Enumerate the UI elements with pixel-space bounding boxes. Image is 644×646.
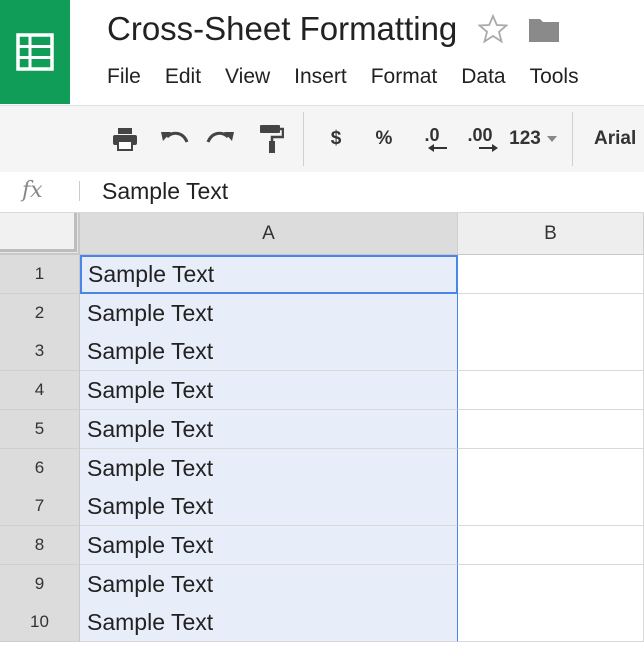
row-header[interactable]: 1 <box>0 255 80 294</box>
right-arrow-icon <box>479 144 498 152</box>
cell-b[interactable] <box>458 409 644 449</box>
active-cell-a[interactable]: Sample Text <box>80 255 458 294</box>
left-arrow-icon <box>428 144 447 152</box>
menu-format[interactable]: Format <box>371 62 438 92</box>
table-row: 6 Sample Text <box>0 448 644 488</box>
print-button[interactable] <box>110 124 140 154</box>
increase-decimal-button[interactable]: .00 <box>460 124 500 154</box>
undo-icon <box>161 131 189 143</box>
table-row: 2 Sample Text <box>0 293 644 333</box>
more-formats-label: 123 <box>509 128 541 149</box>
menu-data[interactable]: Data <box>461 62 505 92</box>
cell-a[interactable]: Sample Text <box>80 564 458 604</box>
document-title[interactable]: Cross-Sheet Formatting <box>107 10 457 48</box>
table-row: 3 Sample Text <box>0 332 644 372</box>
row-header[interactable]: 5 <box>0 409 80 449</box>
row-header[interactable]: 6 <box>0 448 80 488</box>
row-header[interactable]: 9 <box>0 564 80 604</box>
print-icon <box>113 128 137 151</box>
toolbar: $ % .0 .00 123 Arial <box>0 105 644 173</box>
menu-insert[interactable]: Insert <box>294 62 347 92</box>
more-formats-dropdown[interactable]: 123 <box>506 124 560 154</box>
paint-format-button[interactable] <box>256 124 286 154</box>
formula-bar: fx Sample Text <box>0 172 644 213</box>
decrease-decimal-button[interactable]: .0 <box>414 124 450 154</box>
paint-roller-icon <box>260 125 284 153</box>
function-icon: fx <box>22 178 43 203</box>
table-row: 9 Sample Text <box>0 564 644 604</box>
cell-b[interactable] <box>458 603 644 643</box>
table-row: 1 Sample Text <box>0 255 644 294</box>
cell-a[interactable]: Sample Text <box>80 603 458 643</box>
font-family-dropdown[interactable]: Arial <box>594 124 644 154</box>
chevron-down-icon <box>546 136 557 142</box>
table-row: 4 Sample Text <box>0 371 644 411</box>
formula-divider <box>79 181 80 201</box>
increase-decimal-label: .00 <box>467 125 493 145</box>
redo-button[interactable] <box>205 124 237 154</box>
row-header[interactable]: 7 <box>0 487 80 527</box>
cell-b[interactable] <box>458 332 644 372</box>
toolbar-divider <box>303 112 304 166</box>
row-header[interactable]: 2 <box>0 293 80 333</box>
row-header[interactable]: 8 <box>0 525 80 565</box>
cell-b[interactable] <box>458 293 644 333</box>
cell-a[interactable]: Sample Text <box>80 332 458 372</box>
frozen-pane-handle[interactable] <box>0 213 77 252</box>
star-icon[interactable] <box>477 13 509 49</box>
cell-a[interactable]: Sample Text <box>80 525 458 565</box>
table-row: 5 Sample Text <box>0 409 644 449</box>
percent-format-button[interactable]: % <box>370 124 398 154</box>
cell-a[interactable]: Sample Text <box>80 371 458 411</box>
row-header[interactable]: 3 <box>0 332 80 372</box>
table-row: 7 Sample Text <box>0 487 644 527</box>
menu-file[interactable]: File <box>107 62 141 92</box>
cell-a[interactable]: Sample Text <box>80 293 458 333</box>
row-header[interactable]: 10 <box>0 603 80 643</box>
formula-input[interactable]: Sample Text <box>102 178 228 205</box>
menu-edit[interactable]: Edit <box>165 62 201 92</box>
table-row: 8 Sample Text <box>0 525 644 565</box>
cell-a[interactable]: Sample Text <box>80 409 458 449</box>
sheets-logo-icon[interactable] <box>0 0 70 104</box>
cell-b[interactable] <box>458 255 644 294</box>
redo-icon <box>206 131 234 143</box>
folder-icon[interactable] <box>528 15 560 48</box>
undo-button[interactable] <box>158 124 190 154</box>
cell-a[interactable]: Sample Text <box>80 487 458 527</box>
column-header-b[interactable]: B <box>458 213 644 255</box>
select-all-corner[interactable] <box>0 213 80 255</box>
cell-b[interactable] <box>458 448 644 488</box>
menu-bar: File Edit View Insert Format Data Tools <box>107 62 603 92</box>
cell-b[interactable] <box>458 525 644 565</box>
cell-b[interactable] <box>458 564 644 604</box>
table-row: 10 Sample Text <box>0 603 644 643</box>
spreadsheet-grid: A B 1 Sample Text 2 Sample Text 3 Sample Text… <box>0 213 644 646</box>
menu-tools[interactable]: Tools <box>530 62 579 92</box>
row-header[interactable]: 4 <box>0 371 80 411</box>
menu-view[interactable]: View <box>225 62 270 92</box>
cell-a[interactable]: Sample Text <box>80 448 458 488</box>
toolbar-divider <box>572 112 573 166</box>
cell-b[interactable] <box>458 371 644 411</box>
column-header-a[interactable]: A <box>80 213 458 255</box>
decrease-decimal-label: .0 <box>424 125 440 145</box>
spreadsheet-icon <box>16 33 54 71</box>
currency-format-button[interactable]: $ <box>324 124 348 154</box>
cell-b[interactable] <box>458 487 644 527</box>
